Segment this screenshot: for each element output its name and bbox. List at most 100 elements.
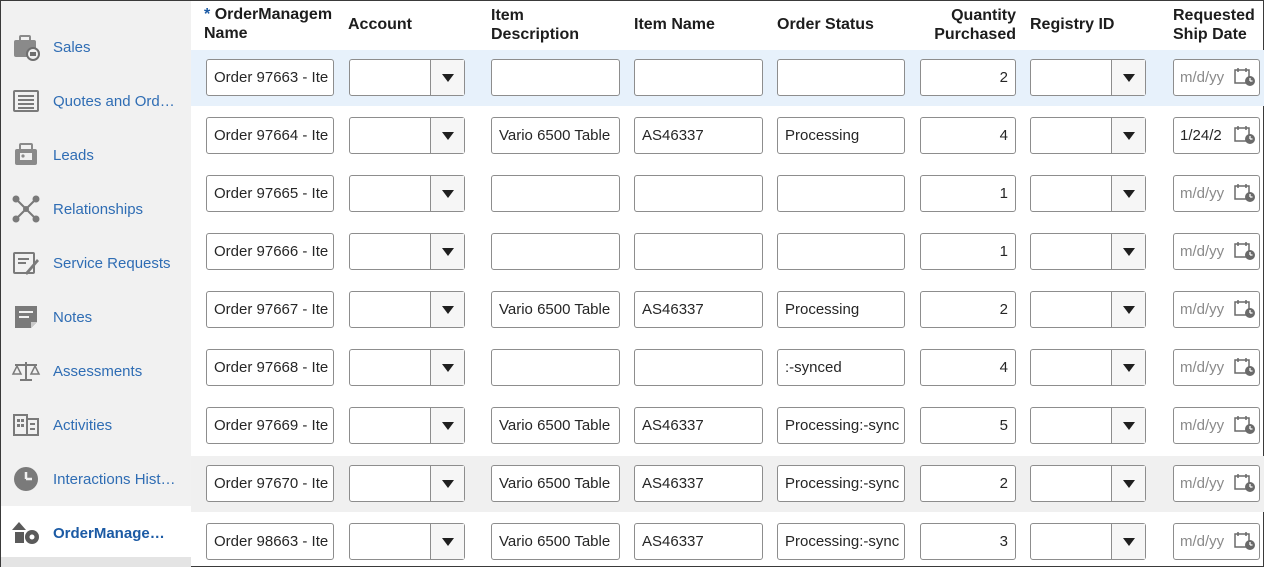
column-header-quantity-purchased[interactable]: Quantity Purchased xyxy=(911,6,1016,56)
table-row[interactable]: Order 97669 - Ite Vario 6500 Table AS46337… xyxy=(191,398,1264,454)
sidebar-item-quotes-and-orders[interactable]: Quotes and Ord… xyxy=(1,74,191,128)
calendar-clock-icon[interactable] xyxy=(1234,299,1256,319)
column-header-requested-ship-date[interactable]: Requested Ship Date xyxy=(1173,6,1263,56)
item-name-field[interactable]: AS46337 xyxy=(634,117,763,154)
table-row[interactable]: Order 98663 - Ite Vario 6500 Table AS46337… xyxy=(191,514,1264,567)
table-row[interactable]: Order 97664 - Ite Vario 6500 Table AS46337… xyxy=(191,108,1264,164)
sidebar-item-interactions-history[interactable]: Interactions Hist… xyxy=(1,452,191,506)
sidebar-item-notes[interactable]: Notes xyxy=(1,290,191,344)
item-name-field[interactable]: AS46337 xyxy=(634,407,763,444)
order-name-field[interactable]: Order 97668 - Ite xyxy=(206,349,334,386)
account-dropdown-button[interactable] xyxy=(430,524,464,559)
account-select[interactable] xyxy=(349,175,465,212)
table-row[interactable]: Order 97665 - Ite 1 m/d/yy xyxy=(191,166,1264,222)
column-header-order-name[interactable]: * OrderManagem Name xyxy=(204,5,344,55)
item-name-field[interactable]: AS46337 xyxy=(634,523,763,560)
quantity-field[interactable]: 4 xyxy=(920,349,1016,386)
registry-dropdown-button[interactable] xyxy=(1111,350,1145,385)
registry-dropdown-button[interactable] xyxy=(1111,118,1145,153)
quantity-field[interactable]: 2 xyxy=(920,59,1016,96)
account-dropdown-button[interactable] xyxy=(430,466,464,501)
registry-dropdown-button[interactable] xyxy=(1111,524,1145,559)
registry-dropdown-button[interactable] xyxy=(1111,60,1145,95)
registry-dropdown-button[interactable] xyxy=(1111,292,1145,327)
item-description-field[interactable]: Vario 6500 Table xyxy=(491,465,620,502)
order-status-field[interactable]: :-synced xyxy=(777,349,905,386)
order-status-field[interactable]: Processing:-sync xyxy=(777,523,905,560)
quantity-field[interactable]: 5 xyxy=(920,407,1016,444)
order-name-field[interactable]: Order 97665 - Ite xyxy=(206,175,334,212)
item-description-field[interactable] xyxy=(491,175,620,212)
registry-id-select[interactable] xyxy=(1030,291,1146,328)
registry-dropdown-button[interactable] xyxy=(1111,234,1145,269)
registry-dropdown-button[interactable] xyxy=(1111,466,1145,501)
calendar-clock-icon[interactable] xyxy=(1234,357,1256,377)
sidebar-item-relationships[interactable]: Relationships xyxy=(1,182,191,236)
order-name-field[interactable]: Order 97667 - Ite xyxy=(206,291,334,328)
account-dropdown-button[interactable] xyxy=(430,118,464,153)
item-description-field[interactable] xyxy=(491,59,620,96)
calendar-clock-icon[interactable] xyxy=(1234,531,1256,551)
ship-date-field[interactable]: m/d/yy xyxy=(1173,175,1260,212)
quantity-field[interactable]: 4 xyxy=(920,117,1016,154)
table-row[interactable]: Order 97667 - Ite Vario 6500 Table AS46337… xyxy=(191,282,1264,338)
registry-id-select[interactable] xyxy=(1030,233,1146,270)
ship-date-field[interactable]: m/d/yy xyxy=(1173,349,1260,386)
account-select[interactable] xyxy=(349,233,465,270)
table-row[interactable]: Order 97668 - Ite :-synced 4 m/d/yy xyxy=(191,340,1264,396)
ship-date-field[interactable]: m/d/yy xyxy=(1173,59,1260,96)
table-row[interactable]: Order 97663 - Ite 2 m/d/yy xyxy=(191,50,1264,106)
sidebar-item-leads[interactable]: Leads xyxy=(1,128,191,182)
registry-id-select[interactable] xyxy=(1030,117,1146,154)
calendar-clock-icon[interactable] xyxy=(1234,241,1256,261)
account-select[interactable] xyxy=(349,523,465,560)
quantity-field[interactable]: 2 xyxy=(920,465,1016,502)
order-status-field[interactable]: Processing:-sync xyxy=(777,407,905,444)
item-name-field[interactable] xyxy=(634,233,763,270)
item-description-field[interactable]: Vario 6500 Table xyxy=(491,407,620,444)
registry-id-select[interactable] xyxy=(1030,523,1146,560)
registry-id-select[interactable] xyxy=(1030,465,1146,502)
account-dropdown-button[interactable] xyxy=(430,408,464,443)
item-description-field[interactable]: Vario 6500 Table xyxy=(491,291,620,328)
table-row[interactable]: Order 97666 - Ite 1 m/d/yy xyxy=(191,224,1264,280)
account-select[interactable] xyxy=(349,465,465,502)
order-name-field[interactable]: Order 97663 - Ite xyxy=(206,59,334,96)
account-dropdown-button[interactable] xyxy=(430,176,464,211)
registry-id-select[interactable] xyxy=(1030,175,1146,212)
sidebar-item-order-management[interactable]: OrderManage… xyxy=(1,506,191,560)
table-row[interactable]: Order 97670 - Ite Vario 6500 Table AS46337… xyxy=(191,456,1264,512)
order-status-field[interactable] xyxy=(777,59,905,96)
account-dropdown-button[interactable] xyxy=(430,292,464,327)
order-status-field[interactable]: Processing:-sync xyxy=(777,465,905,502)
order-status-field[interactable] xyxy=(777,233,905,270)
order-name-field[interactable]: Order 97669 - Ite xyxy=(206,407,334,444)
item-name-field[interactable]: AS46337 xyxy=(634,465,763,502)
calendar-clock-icon[interactable] xyxy=(1234,415,1256,435)
order-name-field[interactable]: Order 98663 - Ite xyxy=(206,523,334,560)
quantity-field[interactable]: 1 xyxy=(920,175,1016,212)
registry-id-select[interactable] xyxy=(1030,407,1146,444)
item-description-field[interactable]: Vario 6500 Table xyxy=(491,523,620,560)
ship-date-field[interactable]: m/d/yy xyxy=(1173,407,1260,444)
quantity-field[interactable]: 1 xyxy=(920,233,1016,270)
registry-id-select[interactable] xyxy=(1030,59,1146,96)
sidebar-item-service-requests[interactable]: Service Requests xyxy=(1,236,191,290)
account-select[interactable] xyxy=(349,349,465,386)
account-dropdown-button[interactable] xyxy=(430,350,464,385)
order-name-field[interactable]: Order 97666 - Ite xyxy=(206,233,334,270)
account-dropdown-button[interactable] xyxy=(430,60,464,95)
registry-dropdown-button[interactable] xyxy=(1111,176,1145,211)
column-header-item-description[interactable]: Item Description xyxy=(491,6,621,56)
account-select[interactable] xyxy=(349,59,465,96)
order-status-field[interactable]: Processing xyxy=(777,291,905,328)
quantity-field[interactable]: 2 xyxy=(920,291,1016,328)
registry-dropdown-button[interactable] xyxy=(1111,408,1145,443)
item-name-field[interactable] xyxy=(634,349,763,386)
item-name-field[interactable]: AS46337 xyxy=(634,291,763,328)
order-status-field[interactable] xyxy=(777,175,905,212)
ship-date-field[interactable]: m/d/yy xyxy=(1173,233,1260,270)
ship-date-field[interactable]: m/d/yy xyxy=(1173,465,1260,502)
order-name-field[interactable]: Order 97670 - Ite xyxy=(206,465,334,502)
account-dropdown-button[interactable] xyxy=(430,234,464,269)
